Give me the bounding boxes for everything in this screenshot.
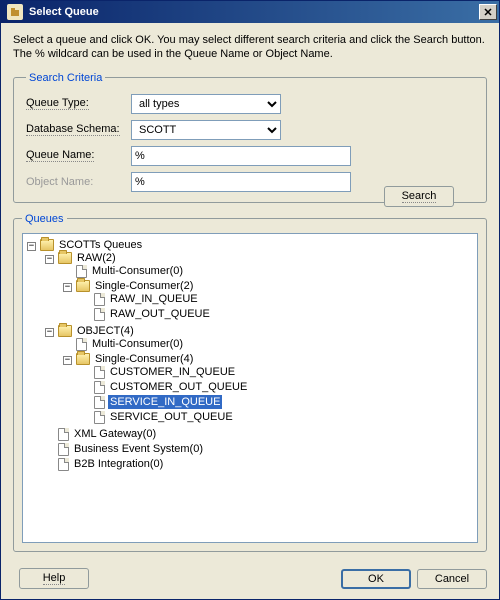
tree-leaf-item: CUSTOMER_IN_QUEUE — [81, 365, 475, 380]
collapse-icon[interactable]: − — [27, 242, 36, 251]
queue-type-label: Queue Type: — [26, 97, 131, 110]
tree-item-label[interactable]: B2B Integration(0) — [72, 457, 165, 471]
file-icon — [58, 428, 69, 441]
folder-icon — [76, 353, 90, 365]
collapse-icon[interactable]: − — [63, 356, 72, 365]
dialog-content: Select a queue and click OK. You may sel… — [1, 23, 499, 599]
file-icon — [94, 308, 105, 321]
tree-item-label[interactable]: Multi-Consumer(0) — [90, 264, 185, 278]
tree-item-label[interactable]: OBJECT(4) — [75, 324, 136, 338]
app-icon — [7, 4, 23, 20]
folder-icon — [58, 325, 72, 337]
tree-item-label[interactable]: Single-Consumer(4) — [93, 352, 195, 366]
search-criteria-legend: Search Criteria — [26, 72, 105, 84]
tree-leaf-item: Business Event System(0) — [45, 442, 475, 457]
folder-icon — [58, 252, 72, 264]
queues-legend: Queues — [22, 213, 67, 225]
tree-leaf-item: SERVICE_IN_QUEUE — [81, 395, 475, 410]
queues-tree-container[interactable]: −SCOTTs Queues−RAW(2)Multi-Consumer(0)−S… — [22, 233, 478, 543]
dialog-window: Select Queue Select a queue and click OK… — [0, 0, 500, 600]
cancel-button[interactable]: Cancel — [417, 569, 487, 589]
search-criteria-group: Search Criteria Queue Type: all types Da… — [13, 72, 487, 203]
instructions-text: Select a queue and click OK. You may sel… — [13, 33, 487, 62]
file-icon — [94, 381, 105, 394]
queue-name-label: Queue Name: — [26, 149, 131, 162]
search-button[interactable]: Search — [384, 186, 454, 207]
help-button[interactable]: Help — [19, 568, 89, 589]
tree-leaf-item: CUSTOMER_OUT_QUEUE — [81, 380, 475, 395]
tree-item-label[interactable]: Business Event System(0) — [72, 442, 205, 456]
button-bar: Help OK Cancel — [13, 562, 487, 591]
file-icon — [76, 338, 87, 351]
tree-leaf-item: Multi-Consumer(0) — [63, 264, 475, 279]
close-button[interactable] — [479, 4, 497, 20]
collapse-icon[interactable]: − — [63, 283, 72, 292]
dialog-title: Select Queue — [29, 6, 479, 18]
tree-leaf-item: RAW_OUT_QUEUE — [81, 307, 475, 322]
queue-type-select[interactable]: all types — [131, 94, 281, 114]
tree-leaf-item: B2B Integration(0) — [45, 457, 475, 472]
queue-name-input[interactable] — [131, 146, 351, 166]
folder-icon — [76, 280, 90, 292]
file-icon — [94, 411, 105, 424]
titlebar: Select Queue — [1, 1, 499, 23]
tree-leaf-item: Multi-Consumer(0) — [63, 337, 475, 352]
folder-icon — [40, 239, 54, 251]
tree-item-label[interactable]: SERVICE_OUT_QUEUE — [108, 410, 235, 424]
tree-item-label[interactable]: RAW(2) — [75, 251, 118, 265]
tree-folder-item: −SCOTTs Queues−RAW(2)Multi-Consumer(0)−S… — [27, 238, 475, 473]
tree-leaf-item: RAW_IN_QUEUE — [81, 292, 475, 307]
close-icon — [484, 8, 492, 16]
database-schema-select[interactable]: SCOTT — [131, 120, 281, 140]
tree-item-label[interactable]: RAW_IN_QUEUE — [108, 292, 200, 306]
file-icon — [58, 458, 69, 471]
tree-item-label[interactable]: XML Gateway(0) — [72, 427, 158, 441]
tree-item-label[interactable]: SCOTTs Queues — [57, 238, 144, 252]
tree-item-label[interactable]: CUSTOMER_IN_QUEUE — [108, 365, 237, 379]
object-name-input[interactable] — [131, 172, 351, 192]
queues-tree: −SCOTTs Queues−RAW(2)Multi-Consumer(0)−S… — [25, 238, 475, 473]
tree-item-label[interactable]: Single-Consumer(2) — [93, 279, 195, 293]
database-schema-label: Database Schema: — [26, 123, 131, 136]
file-icon — [94, 293, 105, 306]
file-icon — [94, 366, 105, 379]
database-schema-row: Database Schema: SCOTT — [26, 120, 474, 140]
tree-item-label[interactable]: SERVICE_IN_QUEUE — [108, 395, 222, 409]
ok-button[interactable]: OK — [341, 569, 411, 589]
file-icon — [58, 443, 69, 456]
file-icon — [94, 396, 105, 409]
tree-item-label[interactable]: RAW_OUT_QUEUE — [108, 307, 212, 321]
collapse-icon[interactable]: − — [45, 255, 54, 264]
queue-name-row: Queue Name: — [26, 146, 474, 166]
tree-item-label[interactable]: Multi-Consumer(0) — [90, 337, 185, 351]
file-icon — [76, 265, 87, 278]
tree-leaf-item: XML Gateway(0) — [45, 427, 475, 442]
tree-folder-item: − Single-Consumer(4)CUSTOMER_IN_QUEUECUST… — [63, 352, 475, 426]
collapse-icon[interactable]: − — [45, 328, 54, 337]
object-name-label: Object Name: — [26, 176, 131, 188]
tree-folder-item: − RAW(2)Multi-Consumer(0) − Single-Consumer… — [45, 251, 475, 324]
tree-leaf-item: SERVICE_OUT_QUEUE — [81, 410, 475, 425]
tree-item-label[interactable]: CUSTOMER_OUT_QUEUE — [108, 380, 249, 394]
queue-type-row: Queue Type: all types — [26, 94, 474, 114]
tree-folder-item: − OBJECT(4)Multi-Consumer(0) − Single-Consu… — [45, 324, 475, 427]
queues-group: Queues −SCOTTs Queues−RAW(2)Multi-Consum… — [13, 213, 487, 552]
tree-folder-item: − Single-Consumer(2)RAW_IN_QUEUERAW_OUT_Q… — [63, 279, 475, 323]
